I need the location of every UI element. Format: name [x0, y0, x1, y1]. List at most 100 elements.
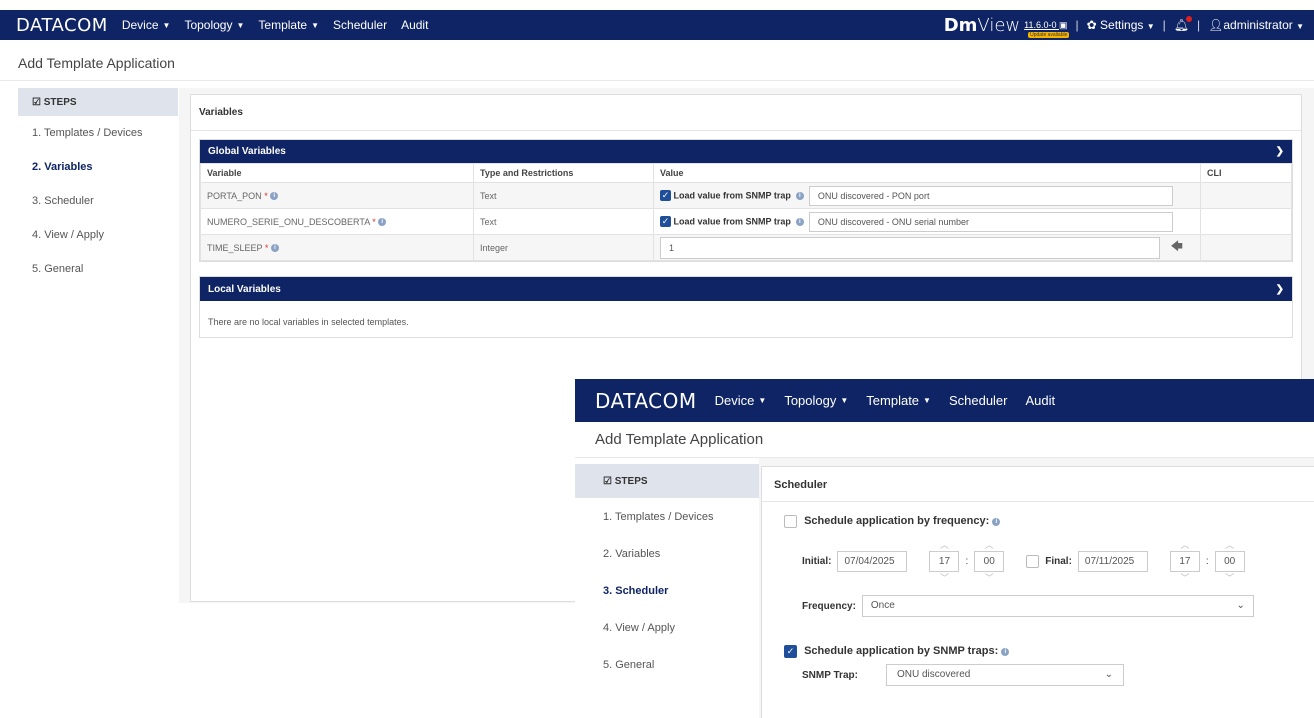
info-icon[interactable]: i	[795, 191, 804, 200]
col-variable: Variable	[200, 163, 474, 183]
step-view-apply[interactable]: 4. View / Apply	[18, 218, 178, 252]
menu-scheduler[interactable]: Scheduler	[949, 393, 1008, 408]
initial-hour-input[interactable]: 17	[929, 551, 960, 572]
step-variables[interactable]: 2. Variables	[18, 150, 178, 184]
final-hour-spinner[interactable]: ︿ 17 ﹀	[1169, 539, 1200, 584]
value-input[interactable]: ONU discovered - PON port	[808, 185, 1173, 206]
steps-header: ☑ STEPS	[575, 464, 759, 498]
final-date-input[interactable]: 07/11/2025	[1077, 551, 1148, 572]
info-icon[interactable]: i	[795, 217, 804, 226]
initial-minute-spinner[interactable]: ︿ 00 ﹀	[974, 539, 1005, 584]
info-icon[interactable]: i	[270, 192, 279, 201]
caret-down-icon: ▼	[923, 396, 931, 405]
step-general[interactable]: 5. General	[18, 252, 178, 286]
snmp-trap-row: SNMP Trap: ONU discovered ⌄	[802, 664, 1124, 686]
local-variables-header[interactable]: Local Variables ❯	[200, 277, 1292, 301]
frequency-row: Frequency: Once ⌄	[802, 595, 1254, 617]
menu-topology[interactable]: Topology ▼	[184, 18, 244, 32]
datacom-logo: DATACOM	[595, 388, 697, 413]
page-title: Add Template Application	[18, 55, 175, 71]
variable-type: Text	[473, 182, 654, 209]
initial-minute-input[interactable]: 00	[974, 551, 1005, 572]
variable-type: Text	[473, 208, 654, 235]
info-icon[interactable]: i	[992, 517, 1001, 526]
checkbox-icon: ☑	[32, 96, 41, 108]
steps-header: ☑ STEPS	[18, 88, 178, 116]
final-minute-spinner[interactable]: ︿ 00 ﹀	[1214, 539, 1245, 584]
value-input[interactable]: ONU discovered - ONU serial number	[808, 211, 1173, 232]
menu-template[interactable]: Template ▼	[258, 18, 319, 32]
info-icon[interactable]: i	[378, 218, 387, 227]
gear-icon: ✿	[1086, 18, 1097, 32]
menu-topology[interactable]: Topology ▼	[784, 393, 848, 408]
frequency-section: Schedule application by frequency: i	[784, 515, 1001, 528]
caret-down-icon: ▼	[840, 396, 849, 405]
final-label: Final:	[1045, 556, 1072, 567]
variable-name: NUMERO_SERIE_ONU_DESCOBERTA	[207, 216, 370, 227]
table-row: PORTA_PON * i Text ✓ Load value from SNM…	[200, 182, 1292, 209]
top-navbar: DATACOM Device ▼ Topology ▼ Template ▼ Sche…	[575, 379, 1314, 422]
info-icon[interactable]: i	[1001, 647, 1010, 656]
menu-device[interactable]: Device ▼	[715, 393, 767, 408]
chevron-up-icon: ︿	[939, 540, 949, 550]
user-menu[interactable]: 👤︎administrator ▼	[1208, 18, 1304, 32]
local-variables-section: Local Variables ❯ There are no local vari…	[199, 276, 1293, 338]
value-input[interactable]: 1	[660, 236, 1160, 259]
version-link[interactable]: 11.6.0-0 ▣ Update available	[1024, 20, 1070, 38]
global-variables-header[interactable]: Global Variables ❯	[200, 140, 1292, 163]
step-variables[interactable]: 2. Variables	[575, 535, 759, 572]
info-icon[interactable]: i	[270, 244, 279, 253]
chevron-up-icon: ︿	[1225, 540, 1235, 550]
menu-scheduler[interactable]: Scheduler	[333, 18, 387, 32]
initial-hour-spinner[interactable]: ︿ 17 ﹀	[929, 539, 960, 584]
checkbox-icon: ☑	[603, 475, 612, 487]
update-badge[interactable]: Update available	[1028, 31, 1070, 38]
variables-title: Variables	[191, 95, 1301, 131]
undo-arrow-icon[interactable]: 🡄	[1171, 239, 1183, 253]
navbar-right: DmView 11.6.0-0 ▣ Update available | ✿ Se…	[943, 14, 1304, 38]
schedule-snmp-checkbox[interactable]: ✓	[784, 645, 797, 658]
final-hour-input[interactable]: 17	[1169, 551, 1200, 572]
scheduler-panel: Scheduler Schedule application by freque…	[761, 466, 1314, 718]
frequency-select[interactable]: Once ⌄	[861, 595, 1254, 617]
datacom-logo: DATACOM	[16, 14, 108, 36]
chevron-up-icon: ︿	[1180, 540, 1190, 550]
initial-date-input[interactable]: 07/04/2025	[837, 551, 908, 572]
step-templates-devices[interactable]: 1. Templates / Devices	[575, 498, 759, 535]
initial-final-row: Initial: 07/04/2025 ︿ 17 ﹀ : ︿ 00 ﹀ Final: 0…	[802, 539, 1245, 584]
snmp-trap-label: SNMP Trap:	[802, 669, 858, 681]
load-snmp-checkbox[interactable]: ✓	[660, 216, 671, 227]
step-scheduler[interactable]: 3. Scheduler	[575, 572, 759, 609]
scheduler-screenshot: DATACOM Device ▼ Topology ▼ Template ▼ Sche…	[575, 379, 1314, 718]
settings-menu[interactable]: ✿ Settings ▼	[1087, 18, 1155, 32]
col-value: Value	[653, 163, 1201, 183]
chevron-down-icon: ❯	[1275, 283, 1284, 295]
chevron-down-icon: ﹀	[984, 573, 994, 583]
menu-audit[interactable]: Audit	[1026, 393, 1056, 408]
final-checkbox[interactable]	[1026, 555, 1040, 568]
snmp-trap-select[interactable]: ONU discovered ⌄	[886, 664, 1124, 686]
table-row: TIME_SLEEP * i Integer 1 🡄	[200, 234, 1292, 261]
menu-template[interactable]: Template ▼	[866, 393, 931, 408]
steps-sidebar: ☑ STEPS 1. Templates / Devices 2. Variab…	[18, 88, 178, 286]
step-general[interactable]: 5. General	[575, 646, 759, 683]
variable-name: PORTA_PON	[207, 190, 262, 201]
step-scheduler[interactable]: 3. Scheduler	[18, 184, 178, 218]
global-variables-section: Global Variables ❯ Variable Type and Rest…	[199, 139, 1293, 262]
chevron-down-icon: ⌄	[1236, 600, 1245, 611]
schedule-frequency-checkbox[interactable]	[784, 515, 797, 528]
variable-name: TIME_SLEEP	[207, 242, 263, 253]
load-snmp-checkbox[interactable]: ✓	[660, 190, 671, 201]
step-templates-devices[interactable]: 1. Templates / Devices	[18, 116, 178, 150]
final-minute-input[interactable]: 00	[1214, 551, 1245, 572]
menu-audit[interactable]: Audit	[401, 18, 428, 32]
table-row: NUMERO_SERIE_ONU_DESCOBERTA * i Text ✓ L…	[200, 208, 1292, 235]
page-title: Add Template Application	[595, 431, 764, 448]
menu-device[interactable]: Device ▼	[122, 18, 171, 32]
schedule-frequency-label: Schedule application by frequency:	[804, 515, 990, 528]
caret-down-icon: ▼	[311, 20, 320, 30]
user-icon: 👤︎	[1208, 18, 1224, 32]
step-view-apply[interactable]: 4. View / Apply	[575, 609, 759, 646]
snmp-label: Load value from SNMP trap	[673, 189, 791, 200]
notifications-bell[interactable]: 🔔︎	[1174, 16, 1193, 32]
